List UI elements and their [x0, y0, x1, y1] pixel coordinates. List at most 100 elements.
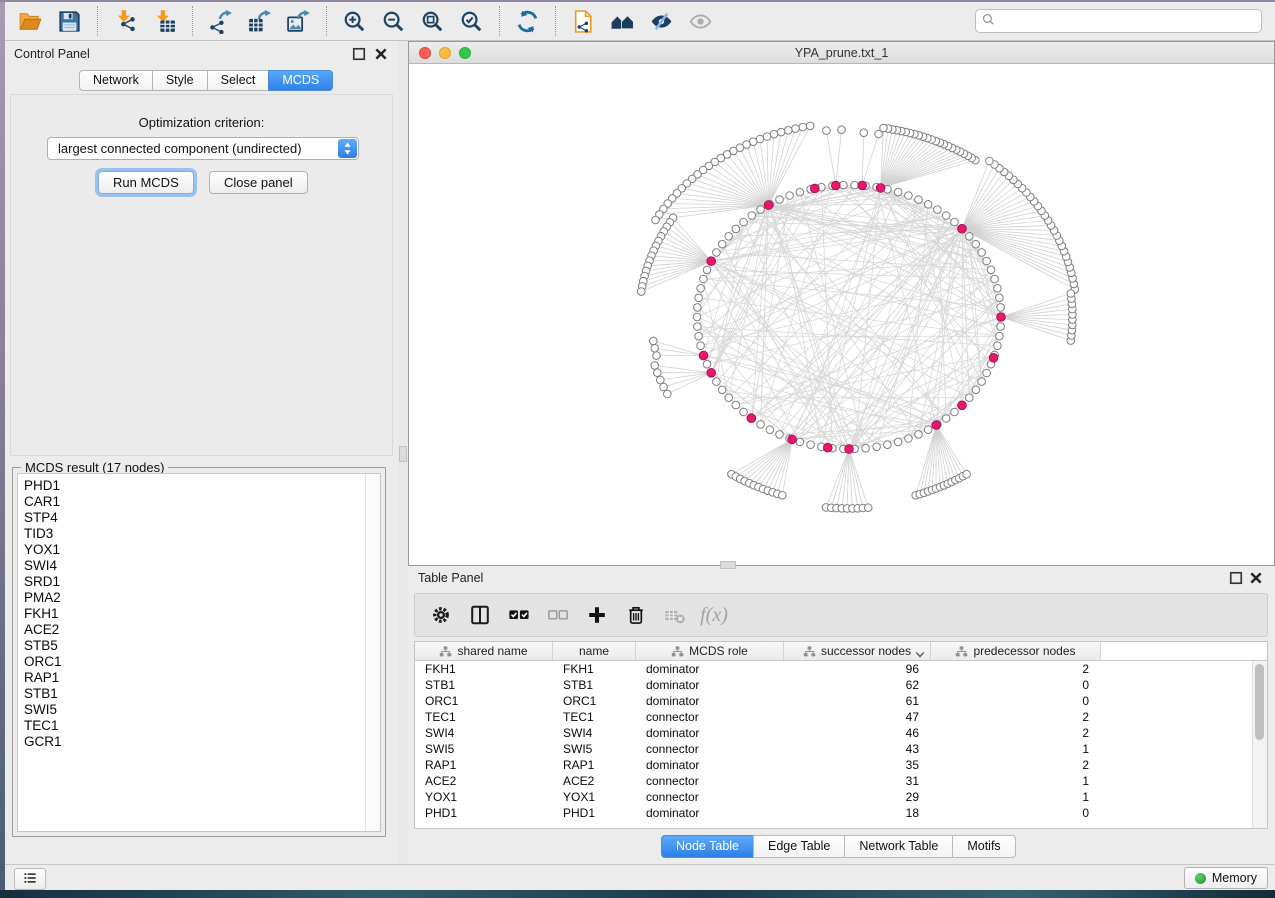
table-cell[interactable]: 35: [784, 757, 931, 773]
network-window-titlebar[interactable]: YPA_prune.txt_1: [409, 42, 1274, 64]
table-cell[interactable]: SWI5: [415, 741, 553, 757]
table-cell[interactable]: 2: [931, 725, 1101, 741]
task-history-button[interactable]: [14, 868, 46, 890]
close-table-panel-button[interactable]: [1249, 571, 1263, 585]
float-table-panel-button[interactable]: [1229, 571, 1243, 585]
column-layout-button[interactable]: [468, 603, 492, 627]
close-mcds-panel-button[interactable]: Close panel: [209, 171, 308, 194]
table-cell[interactable]: PHD1: [415, 805, 553, 821]
table-row[interactable]: ORC1ORC1dominator610: [415, 693, 1253, 709]
table-cell[interactable]: FKH1: [553, 661, 636, 677]
table-cell[interactable]: RAP1: [553, 757, 636, 773]
mcds-list-item[interactable]: SWI4: [24, 558, 360, 574]
table-row[interactable]: TEC1TEC1connector472: [415, 709, 1253, 725]
run-mcds-button[interactable]: Run MCDS: [98, 171, 194, 194]
table-row[interactable]: SWI5SWI5connector431: [415, 741, 1253, 757]
table-cell[interactable]: FKH1: [415, 661, 553, 677]
column-header-MCDS-role[interactable]: MCDS role: [636, 642, 784, 661]
export-table-button[interactable]: [243, 6, 276, 37]
mcds-list-item[interactable]: PHD1: [24, 478, 360, 494]
table-cell[interactable]: 46: [784, 725, 931, 741]
mcds-list-item[interactable]: GCR1: [24, 734, 360, 750]
network-graph[interactable]: [409, 64, 1274, 565]
table-row[interactable]: YOX1YOX1connector291: [415, 789, 1253, 805]
mcds-result-list[interactable]: PHD1CAR1STP4TID3YOX1SWI4SRD1PMA2FKH1ACE2…: [17, 473, 381, 832]
table-cell[interactable]: SWI4: [553, 725, 636, 741]
export-network-button[interactable]: [204, 6, 237, 37]
mcds-list-item[interactable]: ACE2: [24, 622, 360, 638]
table-scrollbar-thumb[interactable]: [1255, 664, 1264, 740]
open-file-button[interactable]: [14, 6, 47, 37]
table-settings-button[interactable]: [429, 603, 453, 627]
table-cell[interactable]: connector: [636, 789, 784, 805]
table-cell[interactable]: SWI5: [553, 741, 636, 757]
table-cell[interactable]: 1: [931, 789, 1101, 805]
table-cell[interactable]: 0: [931, 805, 1101, 821]
zoom-in-button[interactable]: [338, 6, 371, 37]
memory-button[interactable]: Memory: [1184, 867, 1268, 889]
tab-select[interactable]: Select: [207, 70, 270, 91]
mcds-list-item[interactable]: YOX1: [24, 542, 360, 558]
apply-layout-button[interactable]: [511, 6, 544, 37]
table-row[interactable]: FKH1FKH1dominator962: [415, 661, 1253, 677]
mcds-list-item[interactable]: FKH1: [24, 606, 360, 622]
table-row[interactable]: ACE2ACE2connector311: [415, 773, 1253, 789]
mcds-list-item[interactable]: STB5: [24, 638, 360, 654]
zoom-out-button[interactable]: [377, 6, 410, 37]
table-cell[interactable]: ORC1: [415, 693, 553, 709]
column-header-successor-nodes[interactable]: successor nodes: [784, 642, 931, 661]
mcds-list-item[interactable]: STB1: [24, 686, 360, 702]
table-cell[interactable]: 2: [931, 757, 1101, 773]
table-cell[interactable]: RAP1: [415, 757, 553, 773]
table-cell[interactable]: 43: [784, 741, 931, 757]
table-cell[interactable]: 61: [784, 693, 931, 709]
table-cell[interactable]: ACE2: [553, 773, 636, 789]
table-cell[interactable]: dominator: [636, 805, 784, 821]
table-cell[interactable]: 31: [784, 773, 931, 789]
mcds-list-item[interactable]: SWI5: [24, 702, 360, 718]
show-all-button[interactable]: [684, 6, 717, 37]
table-cell[interactable]: dominator: [636, 757, 784, 773]
first-neighbors-button[interactable]: [606, 6, 639, 37]
column-header-predecessor-nodes[interactable]: predecessor nodes: [931, 642, 1101, 661]
zoom-selected-button[interactable]: [455, 6, 488, 37]
table-cell[interactable]: 47: [784, 709, 931, 725]
tab-node-table[interactable]: Node Table: [661, 835, 754, 858]
table-cell[interactable]: 0: [931, 693, 1101, 709]
mcds-list-scrollbar[interactable]: [365, 474, 380, 831]
table-cell[interactable]: SWI4: [415, 725, 553, 741]
import-network-button[interactable]: [109, 6, 142, 37]
mcds-list-item[interactable]: TEC1: [24, 718, 360, 734]
search-input[interactable]: [997, 11, 1261, 31]
mcds-list-item[interactable]: RAP1: [24, 670, 360, 686]
tab-network[interactable]: Network: [79, 70, 153, 91]
tab-motifs[interactable]: Motifs: [952, 835, 1015, 858]
mcds-list-item[interactable]: CAR1: [24, 494, 360, 510]
mcds-list-item[interactable]: PMA2: [24, 590, 360, 606]
vertical-splitter-grip[interactable]: [399, 446, 407, 462]
table-cell[interactable]: dominator: [636, 693, 784, 709]
tab-style[interactable]: Style: [152, 70, 208, 91]
add-column-button[interactable]: [585, 603, 609, 627]
table-cell[interactable]: dominator: [636, 661, 784, 677]
table-row[interactable]: PHD1PHD1dominator180: [415, 805, 1253, 821]
table-cell[interactable]: connector: [636, 741, 784, 757]
zoom-fit-button[interactable]: [416, 6, 449, 37]
table-row[interactable]: STB1STB1dominator620: [415, 677, 1253, 693]
table-cell[interactable]: 62: [784, 677, 931, 693]
table-cell[interactable]: ORC1: [553, 693, 636, 709]
table-cell[interactable]: TEC1: [415, 709, 553, 725]
deselect-all-button[interactable]: [546, 603, 570, 627]
table-row[interactable]: RAP1RAP1dominator352: [415, 757, 1253, 773]
close-panel-icon-button[interactable]: [374, 47, 388, 61]
delete-column-button[interactable]: [624, 603, 648, 627]
mcds-list-item[interactable]: TID3: [24, 526, 360, 542]
table-cell[interactable]: 29: [784, 789, 931, 805]
column-header-name[interactable]: name: [553, 642, 636, 661]
vertical-splitter[interactable]: [398, 41, 408, 864]
table-cell[interactable]: STB1: [415, 677, 553, 693]
network-canvas[interactable]: [409, 64, 1274, 565]
table-cell[interactable]: TEC1: [553, 709, 636, 725]
mcds-list-item[interactable]: SRD1: [24, 574, 360, 590]
mcds-list-item[interactable]: ORC1: [24, 654, 360, 670]
